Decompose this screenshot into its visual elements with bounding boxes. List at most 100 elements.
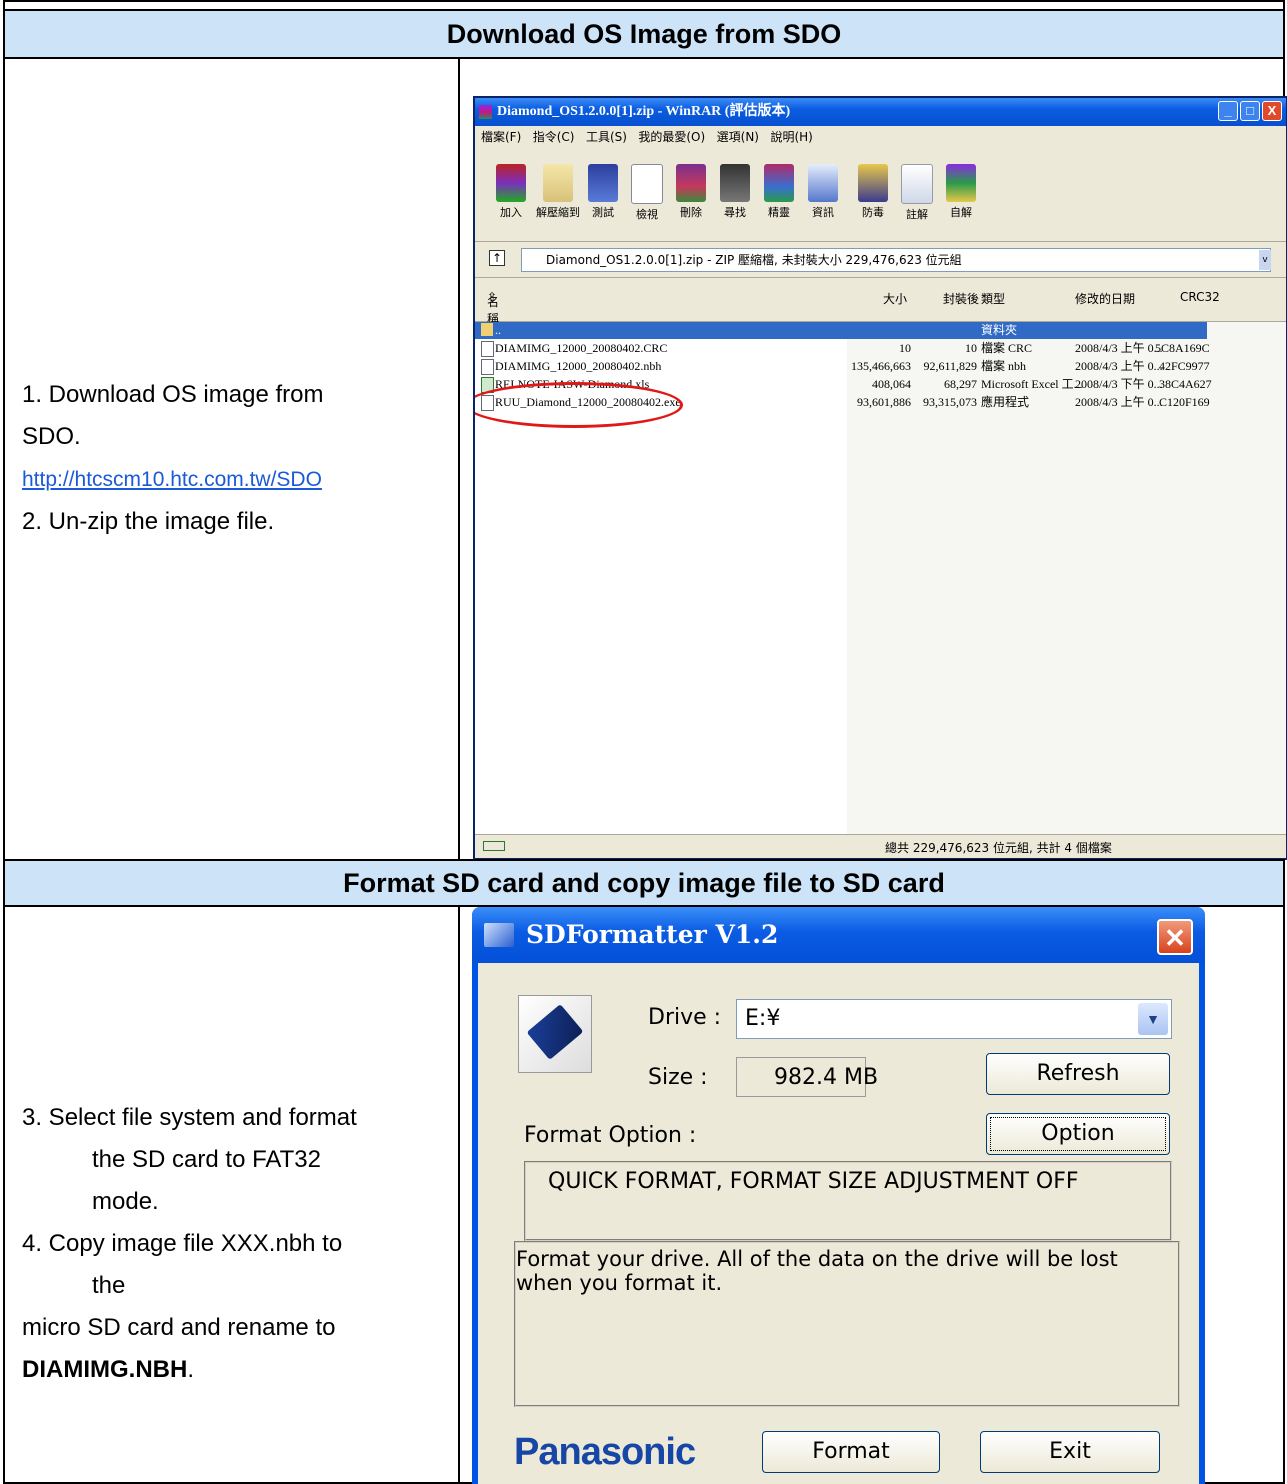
col-packed[interactable]: 封裝後 bbox=[943, 290, 979, 307]
menu-tools[interactable]: 工具(S) bbox=[586, 130, 627, 144]
tool-info[interactable]: 資訊 bbox=[803, 164, 843, 220]
status-drive-icon bbox=[483, 841, 505, 851]
sdformatter-body: Drive : E:¥ ▼ Size : 982.4 MB Refresh Fo… bbox=[478, 963, 1199, 1484]
sd-card-icon bbox=[518, 995, 592, 1073]
col-modified[interactable]: 修改的日期 bbox=[1075, 290, 1135, 307]
sd-card-graphic bbox=[526, 1004, 584, 1060]
step-1-cont: SDO. bbox=[22, 423, 81, 450]
up-folder-icon[interactable]: ↑ bbox=[489, 250, 505, 266]
format-button[interactable]: Format bbox=[762, 1431, 940, 1473]
tool-test[interactable]: 測試 bbox=[583, 164, 623, 220]
drive-label: Drive : bbox=[648, 1005, 722, 1030]
sdo-link[interactable]: http://htcscm10.htc.com.tw/SDO bbox=[22, 468, 322, 491]
winrar-statusbar: 總共 229,476,623 位元組, 共計 4 個檔案 bbox=[475, 834, 1286, 858]
col-type[interactable]: 類型 bbox=[981, 290, 1005, 307]
wizard-icon bbox=[764, 164, 794, 202]
close-button[interactable]: X bbox=[1262, 101, 1282, 121]
col-size[interactable]: 大小 bbox=[883, 290, 907, 307]
menu-command[interactable]: 指令(C) bbox=[533, 130, 575, 144]
delete-icon bbox=[676, 164, 706, 202]
highlight-ellipse bbox=[475, 382, 683, 428]
comment-icon bbox=[901, 164, 933, 204]
sdformatter-app-icon bbox=[484, 923, 514, 947]
table-row[interactable]: DIAMIMG_12000_20080402.nbh 135,466,663 9… bbox=[475, 358, 1286, 375]
sfx-icon bbox=[946, 164, 976, 202]
refresh-button[interactable]: Refresh bbox=[986, 1053, 1170, 1095]
tool-add[interactable]: 加入 bbox=[491, 164, 531, 220]
panasonic-logo: Panasonic bbox=[514, 1431, 696, 1473]
status-text: 總共 229,476,623 位元組, 共計 4 個檔案 bbox=[885, 841, 1112, 855]
tool-find[interactable]: 尋找 bbox=[715, 164, 755, 220]
file-list: .. 資料夾 DIAMIMG_12000_20080402.CRC 10 10 … bbox=[475, 322, 1286, 834]
winrar-window: Diamond_OS1.2.0.0[1].zip - WinRAR (評估版本)… bbox=[473, 96, 1287, 860]
step-3-cont: the SD card to FAT32 bbox=[92, 1146, 321, 1173]
message-box: Format your drive. All of the data on th… bbox=[514, 1241, 1180, 1407]
menu-favorites[interactable]: 我的最愛(O) bbox=[638, 130, 705, 144]
tool-comment[interactable]: 註解 bbox=[897, 164, 937, 222]
tool-wizard[interactable]: 精靈 bbox=[759, 164, 799, 220]
file-icon bbox=[481, 341, 494, 357]
sdformatter-titlebar: SDFormatter V1.2 bbox=[472, 907, 1205, 963]
tool-extract[interactable]: 解壓縮到 bbox=[535, 164, 581, 220]
column-divider bbox=[458, 59, 460, 861]
menu-file[interactable]: 檔案(F) bbox=[481, 130, 521, 144]
extract-icon bbox=[543, 164, 573, 202]
step-4-filename: DIAMIMG.NBH. bbox=[22, 1356, 194, 1383]
table-rule bbox=[3, 9, 1285, 11]
exit-button[interactable]: Exit bbox=[980, 1431, 1160, 1473]
tool-sfx[interactable]: 自解 bbox=[941, 164, 981, 220]
step-3: 3. Select file system and format bbox=[22, 1104, 357, 1131]
section-header-format: Format SD card and copy image file to SD… bbox=[5, 861, 1283, 907]
address-dropdown-icon[interactable]: v bbox=[1259, 250, 1271, 270]
view-icon bbox=[631, 164, 663, 204]
size-value: 982.4 MB bbox=[774, 1065, 879, 1090]
step-4-cont: the bbox=[92, 1272, 126, 1299]
info-icon bbox=[808, 164, 838, 202]
sd-close-button[interactable]: ✕ bbox=[1157, 919, 1193, 955]
tool-view[interactable]: 檢視 bbox=[627, 164, 667, 222]
format-option-text: QUICK FORMAT, FORMAT SIZE ADJUSTMENT OFF bbox=[548, 1169, 1079, 1194]
sdformatter-window: SDFormatter V1.2 ✕ Drive : E:¥ ▼ Size : … bbox=[472, 907, 1205, 1484]
column-divider bbox=[458, 907, 460, 1484]
winrar-addressbar: ↑ Diamond_OS1.2.0.0[1].zip - ZIP 壓縮檔, 未封… bbox=[475, 242, 1286, 278]
step-1: 1. Download OS image from bbox=[22, 381, 324, 408]
size-label: Size : bbox=[648, 1065, 708, 1090]
test-icon bbox=[588, 164, 618, 202]
address-field[interactable]: Diamond_OS1.2.0.0[1].zip - ZIP 壓縮檔, 未封裝大… bbox=[521, 248, 1271, 272]
winrar-toolbar: 加入 解壓縮到 測試 檢視 刪除 尋找 精靈 資訊 防毒 註解 自解 bbox=[475, 150, 1286, 242]
steps-format: 3. Select file system and format the SD … bbox=[22, 1097, 454, 1391]
find-icon bbox=[720, 164, 750, 202]
file-icon bbox=[481, 359, 494, 375]
format-option-label: Format Option : bbox=[524, 1123, 697, 1148]
table-row[interactable]: DIAMIMG_12000_20080402.CRC 10 10 檔案 CRC … bbox=[475, 340, 1286, 357]
maximize-button[interactable]: □ bbox=[1240, 101, 1260, 121]
tool-virus-scan[interactable]: 防毒 bbox=[853, 164, 893, 220]
drive-select[interactable]: E:¥ bbox=[736, 999, 1172, 1039]
table-row[interactable]: .. 資料夾 bbox=[475, 322, 1207, 339]
menu-options[interactable]: 選項(N) bbox=[717, 130, 759, 144]
option-button[interactable]: Option bbox=[986, 1113, 1170, 1155]
format-option-box: QUICK FORMAT, FORMAT SIZE ADJUSTMENT OFF bbox=[524, 1161, 1172, 1241]
virus-scan-icon bbox=[858, 164, 888, 202]
section-header-download: Download OS Image from SDO bbox=[5, 11, 1283, 59]
col-name[interactable]: 名稱 ⇧ bbox=[487, 290, 499, 326]
winrar-titlebar: Diamond_OS1.2.0.0[1].zip - WinRAR (評估版本) bbox=[475, 98, 1286, 126]
sdformatter-title: SDFormatter V1.2 bbox=[526, 920, 779, 949]
steps-download: 1. Download OS image from SDO. http://ht… bbox=[22, 374, 452, 543]
folder-icon bbox=[481, 323, 493, 336]
drive-dropdown-icon[interactable]: ▼ bbox=[1138, 1003, 1168, 1035]
step-4: 4. Copy image file XXX.nbh to bbox=[22, 1230, 343, 1257]
winrar-app-icon bbox=[479, 105, 492, 119]
winrar-title: Diamond_OS1.2.0.0[1].zip - WinRAR (評估版本) bbox=[497, 104, 791, 119]
tool-delete[interactable]: 刪除 bbox=[671, 164, 711, 220]
minimize-button[interactable]: _ bbox=[1218, 101, 1238, 121]
file-list-header: 名稱 ⇧ 大小 封裝後 類型 修改的日期 CRC32 bbox=[475, 278, 1286, 326]
message-text: Format your drive. All of the data on th… bbox=[516, 1247, 1118, 1295]
col-crc[interactable]: CRC32 bbox=[1180, 290, 1220, 304]
winrar-menubar: 檔案(F) 指令(C) 工具(S) 我的最愛(O) 選項(N) 說明(H) bbox=[475, 126, 1286, 150]
step-4-cont2: micro SD card and rename to bbox=[22, 1314, 336, 1341]
menu-help[interactable]: 說明(H) bbox=[770, 130, 812, 144]
step-2: 2. Un-zip the image file. bbox=[22, 508, 275, 535]
step-3-cont2: mode. bbox=[92, 1188, 159, 1215]
add-icon bbox=[496, 164, 526, 202]
